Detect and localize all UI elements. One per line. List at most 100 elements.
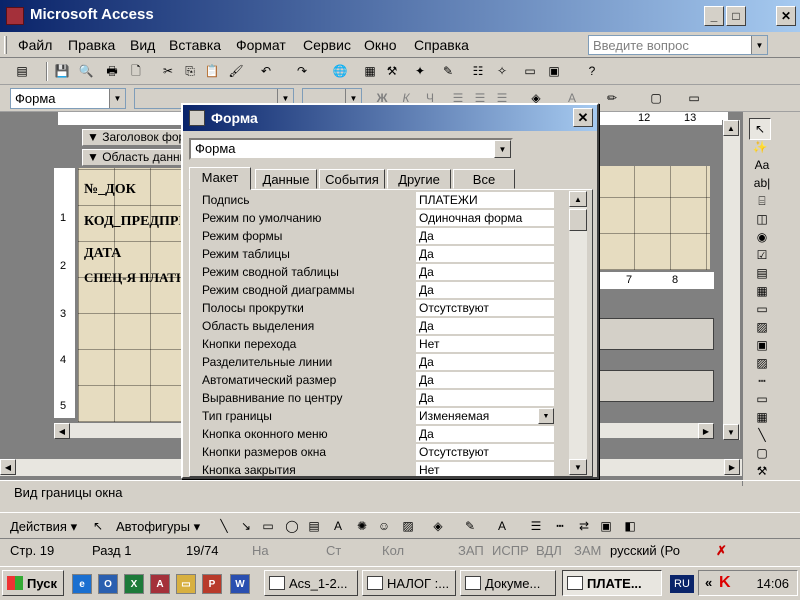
paste-icon[interactable]: 📋 xyxy=(204,63,220,79)
search-file-icon[interactable]: 🔍 xyxy=(78,63,94,79)
property-row[interactable]: Разделительные линии Да xyxy=(196,354,554,372)
scroll-right-icon[interactable]: ▶ xyxy=(698,423,714,439)
property-value[interactable]: Да xyxy=(416,282,554,299)
excel-icon[interactable]: X xyxy=(124,574,144,594)
property-row[interactable]: Режим по умолчанию Одиночная форма xyxy=(196,210,554,228)
3d-icon[interactable]: ◧ xyxy=(622,518,638,534)
print-icon[interactable]: 🖶 xyxy=(104,63,120,79)
scroll-thumb[interactable] xyxy=(569,209,587,231)
line-color-icon[interactable]: ✏ xyxy=(604,90,620,106)
property-row[interactable]: Режим формы Да xyxy=(196,228,554,246)
dialog-titlebar[interactable]: Форма ✕ xyxy=(183,105,597,131)
scroll-left-icon[interactable]: ◀ xyxy=(54,423,70,439)
chevron-down-icon[interactable]: ▼ xyxy=(109,89,125,108)
property-value[interactable]: ПЛАТЕЖИ xyxy=(416,192,554,209)
property-row[interactable]: Кнопки перехода Нет xyxy=(196,336,554,354)
line-style-icon[interactable]: ☰ xyxy=(528,518,544,534)
property-value[interactable]: Нет xyxy=(416,336,554,353)
diagram-icon[interactable]: ✺ xyxy=(354,518,370,534)
dash-style-icon[interactable]: ┅ xyxy=(552,518,568,534)
clipart-icon[interactable]: ☺ xyxy=(376,518,392,534)
cut-icon[interactable]: ✂ xyxy=(160,63,176,79)
language-indicator[interactable]: RU xyxy=(670,575,694,593)
line-icon[interactable]: ╲ xyxy=(216,518,232,534)
tab-layout[interactable]: Макет xyxy=(189,167,251,190)
subform-band[interactable] xyxy=(598,370,714,402)
property-value[interactable]: Нет xyxy=(416,462,554,476)
form-header-section[interactable]: ▼ Заголовок формы xyxy=(82,129,182,146)
status-ovr[interactable]: ЗАМ xyxy=(574,543,601,561)
autoformat-icon[interactable]: ✦ xyxy=(412,63,428,79)
maximize-button[interactable]: □ xyxy=(726,6,746,26)
property-value[interactable]: Да xyxy=(416,228,554,245)
help-question-input[interactable]: Введите вопрос ▼ xyxy=(588,35,768,55)
help-dropdown-arrow-icon[interactable]: ▼ xyxy=(751,36,767,54)
textbox-icon[interactable]: ▤ xyxy=(306,518,322,534)
close-icon[interactable]: ✕ xyxy=(573,108,593,127)
arrow-icon[interactable]: ↘ xyxy=(238,518,254,534)
property-row[interactable]: Автоматический размер Да xyxy=(196,372,554,390)
menu-tools[interactable]: Сервис xyxy=(303,37,351,53)
status-trk[interactable]: ИСПР xyxy=(492,543,529,561)
task-button[interactable]: Докуме... xyxy=(460,570,556,596)
database-window-icon[interactable]: ▭ xyxy=(522,63,538,79)
toolbar-grip[interactable] xyxy=(4,36,7,54)
more-tool-icon[interactable]: ⚒ xyxy=(751,460,773,482)
word-icon[interactable]: W xyxy=(230,574,250,594)
format-painter-icon[interactable]: 🖌 xyxy=(228,63,244,79)
property-value[interactable]: Да xyxy=(416,426,554,443)
properties-icon[interactable]: ☷ xyxy=(470,63,486,79)
field-label-payment-spec[interactable]: СПЕЦ-Я ПЛАТЕЖА xyxy=(84,270,180,286)
property-value[interactable]: Да xyxy=(416,318,554,335)
status-rec[interactable]: ЗАП xyxy=(458,543,484,561)
property-value[interactable]: Отсутствуют xyxy=(416,444,554,461)
property-row[interactable]: Выравнивание по центру Да xyxy=(196,390,554,408)
chevron-down-icon[interactable]: ▼ xyxy=(538,408,554,424)
line-width-icon[interactable]: ▭ xyxy=(686,90,702,106)
tab-all[interactable]: Все xyxy=(453,169,515,189)
design-grid[interactable] xyxy=(78,168,182,422)
fill-color-icon[interactable]: ◈ xyxy=(430,518,446,534)
design-vertical-scrollbar[interactable]: ▲ ▼ xyxy=(722,120,740,440)
property-row[interactable]: Полосы прокрутки Отсутствуют xyxy=(196,300,554,318)
print-preview-icon[interactable]: 🗋 xyxy=(128,63,144,79)
status-ext[interactable]: ВДЛ xyxy=(536,543,562,561)
select-pointer-icon[interactable]: ↖ xyxy=(90,518,106,534)
menu-help[interactable]: Справка xyxy=(414,37,469,53)
property-value[interactable]: Да xyxy=(416,246,554,263)
property-row[interactable]: Подпись ПЛАТЕЖИ xyxy=(196,192,554,210)
property-row[interactable]: Область выделения Да xyxy=(196,318,554,336)
menu-edit[interactable]: Правка xyxy=(68,37,115,53)
antivirus-icon[interactable]: K xyxy=(719,574,737,592)
field-label-company-code[interactable]: КОД_ПРЕДПРИЯТИЯ xyxy=(84,214,180,230)
field-label-doc-number[interactable]: №_ДОК xyxy=(84,182,180,198)
shadow-icon[interactable]: ▣ xyxy=(598,518,614,534)
start-button[interactable]: Пуск xyxy=(2,570,64,596)
picture-icon[interactable]: ▨ xyxy=(400,518,416,534)
property-value[interactable]: Да xyxy=(416,354,554,371)
clock[interactable]: 14:06 xyxy=(756,576,789,591)
font-color-icon[interactable]: A xyxy=(494,518,510,534)
scroll-down-icon[interactable]: ▼ xyxy=(569,459,587,475)
object-combo[interactable]: Форма ▼ xyxy=(10,88,126,109)
task-button[interactable]: НАЛОГ :... xyxy=(362,570,456,596)
scroll-up-icon[interactable]: ▲ xyxy=(569,191,587,207)
tab-data[interactable]: Данные xyxy=(255,169,317,189)
property-row[interactable]: Кнопки размеров окна Отсутствуют xyxy=(196,444,554,462)
tab-events[interactable]: События xyxy=(319,169,385,189)
minimize-button[interactable]: _ xyxy=(704,6,724,26)
task-button-active[interactable]: ПЛАТЕ... xyxy=(562,570,662,596)
scroll-up-icon[interactable]: ▲ xyxy=(723,120,739,136)
task-button[interactable]: Acs_1-2... xyxy=(264,570,358,596)
autoshapes-menu[interactable]: Автофигуры ▾ xyxy=(116,519,200,535)
access-app-icon[interactable] xyxy=(6,7,24,25)
object-selector[interactable]: Форма ▼ xyxy=(189,138,513,160)
code-icon[interactable]: ✎ xyxy=(440,63,456,79)
menu-format[interactable]: Формат xyxy=(236,37,286,53)
copy-icon[interactable]: ⎘ xyxy=(182,63,198,79)
spelling-status-icon[interactable]: ✗ xyxy=(716,543,727,561)
property-value[interactable]: Одиночная форма xyxy=(416,210,554,227)
arrow-style-icon[interactable]: ⇄ xyxy=(576,518,592,534)
tray-expand-icon[interactable]: « xyxy=(705,575,712,590)
scroll-left-icon[interactable]: ◀ xyxy=(0,459,16,475)
